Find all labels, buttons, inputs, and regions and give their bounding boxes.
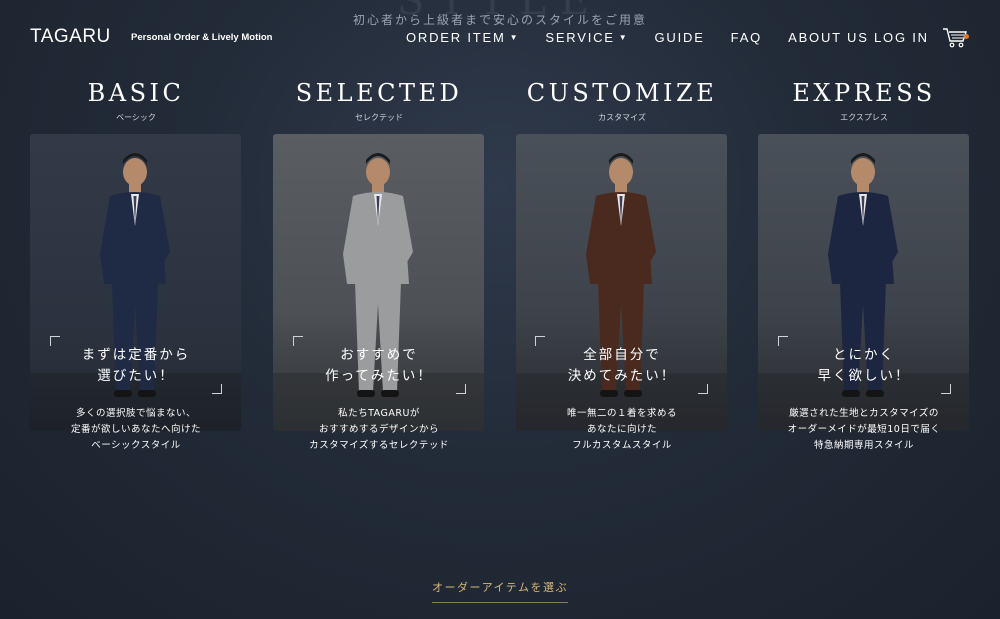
corner-mark	[698, 384, 708, 394]
desc-line: オーダーメイドが最短10日で届く	[787, 424, 941, 435]
cta-wrapper: オーダーアイテムを選ぶ	[0, 576, 1000, 603]
heading-line: 選びたい！	[97, 368, 175, 384]
desc-line: あなたに向けた	[586, 424, 657, 435]
corner-mark	[941, 384, 951, 394]
nav-label: ORDER ITEM	[406, 30, 506, 45]
style-heading: とにかく 早く欲しい！	[758, 345, 970, 387]
caret-down-icon: ▼	[509, 33, 520, 42]
style-heading: まずは定番から 選びたい！	[30, 345, 242, 387]
login-link[interactable]: LOG IN	[874, 30, 929, 45]
style-title: SELECTED	[295, 79, 463, 107]
desc-line: フルカスタムスタイル	[572, 440, 672, 451]
caret-down-icon: ▼	[618, 33, 629, 42]
tagline: Personal Order & Lively Motion	[131, 32, 273, 43]
desc-line: 厳選された生地とカスタマイズの	[789, 408, 939, 419]
style-kana: カスタマイズ	[598, 113, 646, 122]
style-heading: 全部自分で 決めてみたい！	[516, 345, 728, 387]
corner-mark	[212, 384, 222, 394]
style-title: EXPRESS	[792, 79, 936, 107]
logo[interactable]: TAGARU	[30, 26, 111, 48]
nav-label: GUIDE	[654, 30, 705, 45]
style-description: 唯一無二の１着を求める あなたに向けた フルカスタムスタイル	[516, 406, 728, 454]
desc-line: カスタマイズするセレクテッド	[309, 440, 449, 451]
figure-part	[842, 390, 860, 397]
choose-order-item-link[interactable]: オーダーアイテムを選ぶ	[432, 579, 568, 603]
desc-line: 多くの選択肢で悩まない、	[75, 408, 196, 419]
nav-label: SERVICE	[545, 30, 615, 45]
figure-part	[381, 390, 399, 397]
figure-part	[624, 390, 642, 397]
nav-order-item[interactable]: ORDER ITEM ▼	[406, 30, 519, 45]
style-description: 厳選された生地とカスタマイズの オーダーメイドが最短10日で届く 特急納期専用ス…	[758, 406, 970, 454]
figure-part	[600, 390, 618, 397]
desc-line: ベーシックスタイル	[91, 440, 181, 451]
heading-line: まずは定番から	[81, 347, 191, 363]
heading-line: とにかく	[833, 347, 895, 363]
style-description: 多くの選択肢で悩まない、 定番が欲しいあなたへ向けた ベーシックスタイル	[30, 406, 242, 454]
style-description: 私たちTAGARUが おすすめするデザインから カスタマイズするセレクテッド	[273, 406, 485, 454]
desc-line: 定番が欲しいあなたへ向けた	[70, 424, 201, 435]
figure-part	[366, 158, 390, 186]
style-kana: エクスプレス	[840, 113, 888, 122]
style-kana: セレクテッド	[355, 113, 403, 122]
cart-badge-dot	[964, 34, 969, 39]
nav-faq[interactable]: FAQ	[731, 30, 762, 45]
heading-line: 全部自分で	[583, 347, 661, 363]
desc-line: 私たちTAGARUが	[338, 408, 420, 419]
desc-line: おすすめするデザインから	[318, 424, 439, 435]
figure-part	[357, 390, 375, 397]
main-nav: ORDER ITEM ▼ SERVICE ▼ GUIDE FAQ ABOUT US	[406, 30, 895, 45]
desc-line: 特急納期専用スタイル	[813, 440, 914, 451]
corner-mark	[456, 384, 466, 394]
heading-line: 作ってみたい！	[325, 368, 433, 384]
desc-line: 唯一無二の１着を求める	[566, 408, 677, 419]
nav-guide[interactable]: GUIDE	[655, 30, 705, 45]
figure-part	[114, 390, 132, 397]
figure-part	[123, 158, 147, 186]
figure-part	[138, 390, 156, 397]
heading-line: 早く欲しい！	[817, 368, 911, 384]
nav-about-us[interactable]: ABOUT US	[788, 30, 869, 45]
heading-line: 決めてみたい！	[567, 368, 677, 384]
nav-service[interactable]: SERVICE ▼	[545, 30, 628, 45]
heading-line: おすすめで	[340, 347, 418, 363]
nav-label: ABOUT US	[788, 30, 869, 45]
site-header: TAGARU Personal Order & Lively Motion OR…	[0, 0, 1000, 70]
figure-part	[866, 390, 884, 397]
style-heading: おすすめで 作ってみたい！	[273, 345, 485, 387]
nav-label: FAQ	[730, 30, 763, 45]
style-title: BASIC	[87, 79, 185, 107]
figure-part	[609, 158, 633, 186]
figure-part	[851, 158, 875, 186]
style-kana: ベーシック	[116, 113, 156, 122]
style-title: CUSTOMIZE	[526, 79, 718, 107]
